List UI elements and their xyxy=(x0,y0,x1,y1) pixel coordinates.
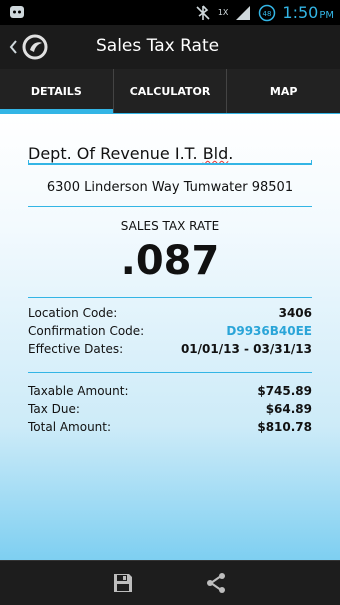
clock-ampm: PM xyxy=(319,10,334,21)
back-chevron-icon[interactable] xyxy=(6,37,20,57)
tax-due-label: Tax Due: xyxy=(28,402,80,416)
taxable-amount-value: $745.89 xyxy=(257,384,312,398)
effective-dates-row: Effective Dates: 01/01/13 - 03/31/13 xyxy=(28,342,312,360)
signal-icon xyxy=(236,5,251,20)
effective-dates-label: Effective Dates: xyxy=(28,342,124,356)
tab-details[interactable]: DETAILS xyxy=(0,69,113,113)
clock-time: 1:50 xyxy=(282,3,319,22)
effective-dates-value: 01/01/13 - 03/31/13 xyxy=(180,342,312,356)
app-logo-icon[interactable] xyxy=(22,34,48,60)
location-code-label: Location Code: xyxy=(28,306,118,320)
save-icon[interactable] xyxy=(111,571,135,595)
location-name-misspelled-word: Bld xyxy=(202,144,229,163)
confirmation-code-link[interactable]: D9936B40EE xyxy=(226,324,312,338)
network-badge: 1X xyxy=(217,8,229,17)
divider xyxy=(28,372,312,373)
rate-value: .087 xyxy=(120,238,220,284)
address-text: 6300 Linderson Way Tumwater 98501 xyxy=(46,180,294,195)
divider xyxy=(28,206,312,207)
total-amount-value: $810.78 xyxy=(257,420,312,434)
location-code-row: Location Code: 3406 xyxy=(28,306,312,324)
confirmation-code-row: Confirmation Code: D9936B40EE xyxy=(28,324,312,342)
location-name-underline xyxy=(28,160,312,165)
details-panel: Dept. Of Revenue I.T. Bld. 6300 Linderso… xyxy=(0,114,340,560)
battery-icon: 48 xyxy=(259,4,276,21)
share-icon[interactable] xyxy=(204,571,228,595)
rate-label: SALES TAX RATE xyxy=(120,219,220,233)
location-code-value: 3406 xyxy=(278,306,312,320)
tax-due-value: $64.89 xyxy=(265,402,312,416)
android-icon xyxy=(10,6,24,18)
location-name-field[interactable]: Dept. Of Revenue I.T. Bld. xyxy=(28,144,312,164)
tab-bar: DETAILS CALCULATOR MAP xyxy=(0,69,340,114)
taxable-amount-row: Taxable Amount: $745.89 xyxy=(28,384,312,402)
tab-map[interactable]: MAP xyxy=(226,69,340,113)
confirmation-code-label: Confirmation Code: xyxy=(28,324,145,338)
taxable-amount-label: Taxable Amount: xyxy=(28,384,129,398)
tab-calculator[interactable]: CALCULATOR xyxy=(112,69,227,113)
bottom-action-bar xyxy=(0,560,340,605)
cast-icon xyxy=(196,4,210,20)
location-name-end: . xyxy=(228,144,234,163)
action-bar: Sales Tax Rate xyxy=(0,25,340,69)
total-amount-label: Total Amount: xyxy=(28,420,112,434)
location-name-text: Dept. Of Revenue I.T. xyxy=(28,144,203,163)
divider xyxy=(28,297,312,298)
page-title: Sales Tax Rate xyxy=(96,36,220,56)
tax-due-row: Tax Due: $64.89 xyxy=(28,402,312,420)
total-amount-row: Total Amount: $810.78 xyxy=(28,420,312,438)
status-bar: 1X 48 1:50PM xyxy=(0,0,340,25)
svg-text:48: 48 xyxy=(263,10,272,18)
